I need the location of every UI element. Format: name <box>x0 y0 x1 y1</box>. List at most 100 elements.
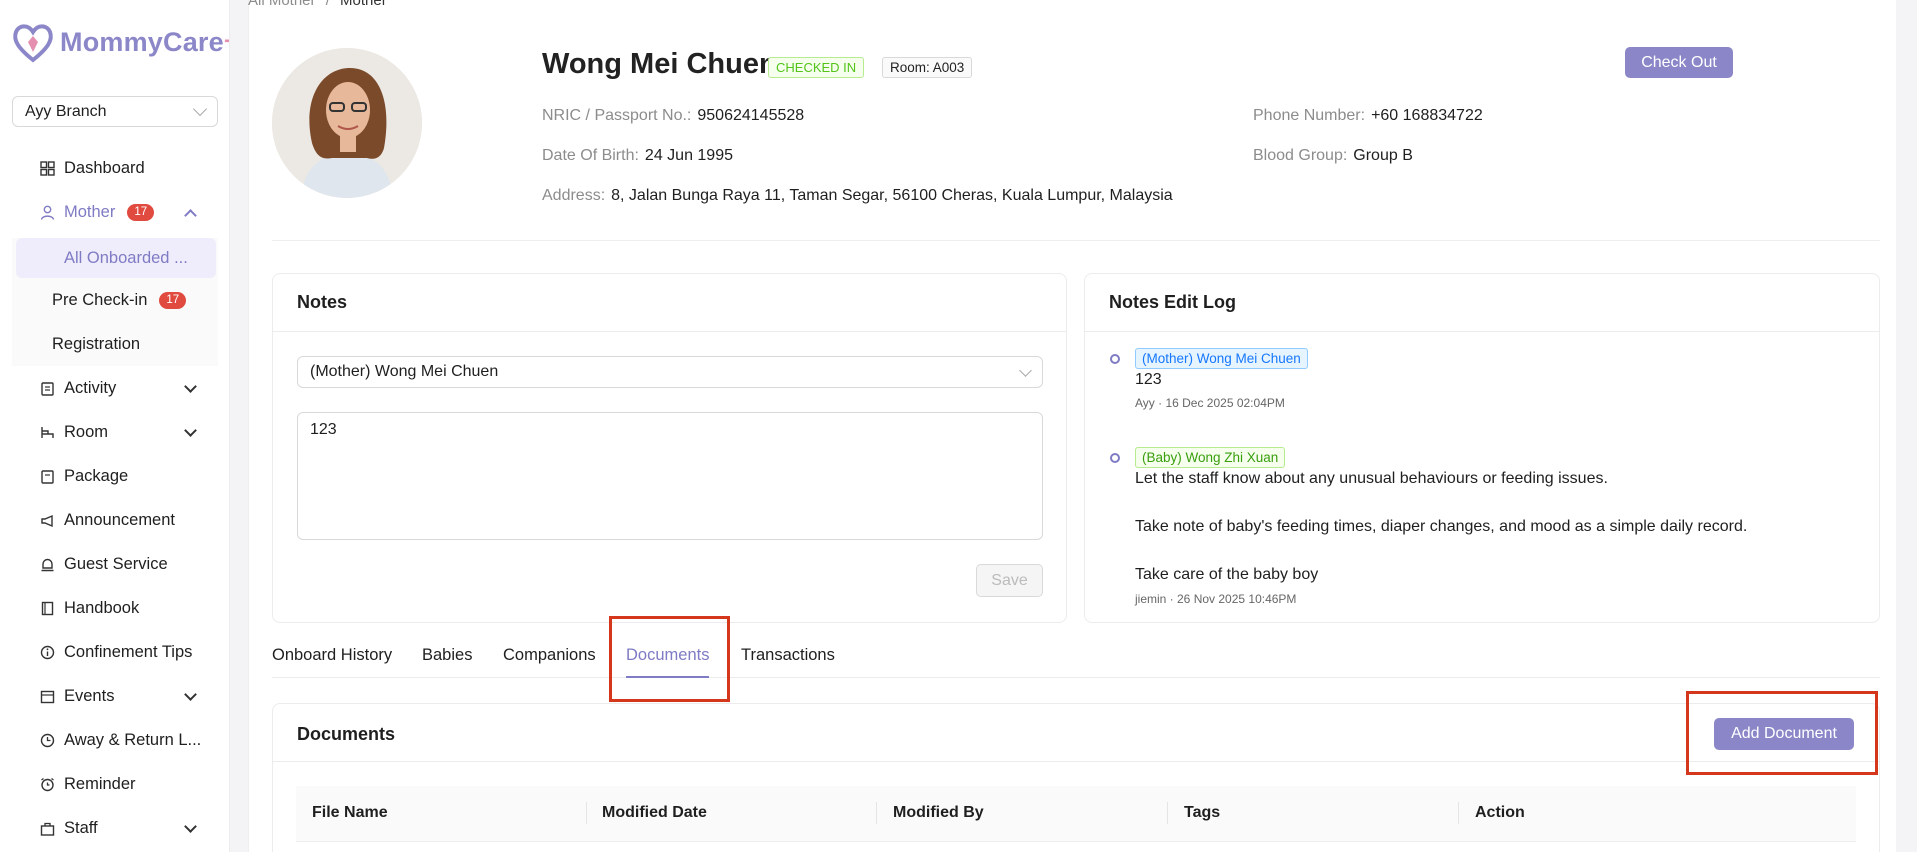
sidebar-item-label: All Onboarded ... <box>64 248 188 267</box>
brand-name: MommyCare <box>60 26 224 57</box>
book-icon <box>41 601 54 616</box>
sidebar-item-all-onboarded[interactable]: All Onboarded ... <box>16 238 216 278</box>
address-field: Address: 8, Jalan Bunga Raya 11, Taman Se… <box>542 187 1173 205</box>
sidebar-item-confinement-tips[interactable]: Confinement Tips <box>0 630 229 674</box>
log-tag: (Mother) Wong Mei Chuen <box>1135 348 1308 369</box>
nric-value: 950624145528 <box>697 107 805 124</box>
sidebar-item-staff[interactable]: Staff <box>0 806 229 850</box>
chevron-down-icon <box>184 424 197 437</box>
column-header-modified-by: Modified By <box>893 804 984 821</box>
sidebar-item-mother[interactable]: Mother 17 <box>0 190 229 234</box>
sidebar-item-activity[interactable]: Activity <box>0 366 229 410</box>
save-button[interactable]: Save <box>976 564 1043 597</box>
sidebar-item-label: Mother <box>64 202 116 221</box>
sidebar-item-pre-checkin[interactable]: Pre Check-in 17 <box>0 278 218 322</box>
sidebar-item-label: Handbook <box>64 598 140 617</box>
clipboard-icon <box>41 382 54 396</box>
sidebar-item-label: Reminder <box>64 774 136 793</box>
blood-group-value: Group B <box>1353 147 1413 164</box>
bed-icon <box>41 427 54 438</box>
log-text: 123 <box>1135 371 1162 388</box>
sidebar-item-label: Events <box>64 686 115 705</box>
breadcrumb: All Mother / Mother <box>248 0 387 9</box>
blood-group-field: Blood Group: Group B <box>1253 147 1413 165</box>
sidebar-item-room[interactable]: Room <box>0 410 229 454</box>
documents-title: Documents <box>273 704 1879 762</box>
address-value: 8, Jalan Bunga Raya 11, Taman Segar, 561… <box>611 187 1173 204</box>
tab-babies[interactable]: Babies <box>422 646 472 665</box>
tabs: Onboard History Babies Companions Docume… <box>272 640 1880 678</box>
sidebar-nav: Dashboard Mother 17 All Onboarded ... Pr… <box>0 146 229 850</box>
branch-select[interactable]: Ayy Branch <box>12 96 218 127</box>
sidebar-item-label: Guest Service <box>64 554 168 573</box>
highlight-box-add-document <box>1686 691 1878 775</box>
nric-field: NRIC / Passport No.: 950624145528 <box>542 107 804 125</box>
divider <box>272 240 1880 241</box>
timeline-dot <box>1110 354 1120 364</box>
status-badge: CHECKED IN <box>768 57 865 78</box>
column-separator <box>1458 802 1459 824</box>
sidebar-item-label: Pre Check-in <box>52 290 148 309</box>
notes-edit-log-card: Notes Edit Log (Mother) Wong Mei Chuen 1… <box>1084 273 1880 623</box>
column-header-file-name: File Name <box>312 804 388 821</box>
notes-textarea[interactable]: 123 <box>297 412 1043 540</box>
breadcrumb-link-all-mother[interactable]: All Mother <box>248 0 316 9</box>
heart-logo-icon <box>13 24 53 63</box>
megaphone-icon <box>41 514 53 528</box>
staff-icon <box>40 822 55 836</box>
tab-companions[interactable]: Companions <box>503 646 596 665</box>
count-badge: 17 <box>127 203 155 221</box>
mother-name: Wong Mei Chuen <box>542 48 777 80</box>
tab-transactions[interactable]: Transactions <box>741 646 835 665</box>
info-icon <box>40 645 55 660</box>
room-badge: Room: A003 <box>882 57 973 78</box>
tab-onboard-history[interactable]: Onboard History <box>272 646 392 665</box>
log-meta: Ayy · 16 Dec 2025 02:04PM <box>1135 396 1285 410</box>
column-separator <box>1167 802 1168 824</box>
sidebar-item-label: Registration <box>52 334 141 353</box>
phone-value: +60 168834722 <box>1371 107 1483 124</box>
column-separator <box>876 802 877 824</box>
notes-person-value: (Mother) Wong Mei Chuen <box>310 363 499 380</box>
sidebar-item-label: Package <box>64 466 129 485</box>
avatar <box>272 48 422 198</box>
chevron-down-icon <box>184 380 197 393</box>
sidebar-item-away-return[interactable]: Away & Return L... <box>0 718 229 762</box>
column-header-action: Action <box>1475 804 1525 821</box>
check-out-button[interactable]: Check Out <box>1625 47 1733 78</box>
sidebar-item-label: Away & Return L... <box>64 730 202 749</box>
notes-edit-log-title: Notes Edit Log <box>1085 274 1879 332</box>
dob-value: 24 Jun 1995 <box>644 147 733 164</box>
sidebar-item-reminder[interactable]: Reminder <box>0 762 229 806</box>
chevron-down-icon <box>184 820 197 833</box>
sidebar-item-announcement[interactable]: Announcement <box>0 498 229 542</box>
sidebar-item-package[interactable]: Package <box>0 454 229 498</box>
alarm-icon <box>41 777 54 792</box>
sidebar-item-label: Dashboard <box>64 158 145 177</box>
sidebar-item-events[interactable]: Events <box>0 674 229 718</box>
calendar-icon <box>40 690 55 704</box>
dob-label: Date Of Birth: <box>542 147 639 164</box>
profile-photo <box>272 48 422 198</box>
sidebar-item-handbook[interactable]: Handbook <box>0 586 229 630</box>
blood-group-label: Blood Group: <box>1253 147 1348 164</box>
sidebar-item-dashboard[interactable]: Dashboard <box>0 146 229 190</box>
user-icon <box>40 205 55 220</box>
sidebar-item-registration[interactable]: Registration <box>0 322 218 366</box>
notes-card: Notes (Mother) Wong Mei Chuen 123 Save <box>272 273 1067 623</box>
column-header-modified-date: Modified Date <box>602 804 707 821</box>
log-text: Take care of the baby boy <box>1135 566 1319 583</box>
brand-plus: + <box>224 28 229 56</box>
sidebar: MommyCare+ Ayy Branch Dashboard Mother 1… <box>0 0 230 852</box>
column-header-tags: Tags <box>1184 804 1221 821</box>
highlight-box-documents-tab <box>609 616 730 702</box>
clock-icon <box>40 733 55 748</box>
log-text: Let the staff know about any unusual beh… <box>1135 470 1608 487</box>
notes-person-select[interactable]: (Mother) Wong Mei Chuen <box>297 356 1043 388</box>
chevron-up-icon <box>184 209 197 222</box>
logo[interactable]: MommyCare+ <box>10 20 229 64</box>
chevron-down-icon <box>184 688 197 701</box>
documents-table-header: File Name Modified Date Modified By Tags… <box>296 786 1856 842</box>
breadcrumb-current: Mother <box>340 0 387 9</box>
sidebar-item-guest-service[interactable]: Guest Service <box>0 542 229 586</box>
